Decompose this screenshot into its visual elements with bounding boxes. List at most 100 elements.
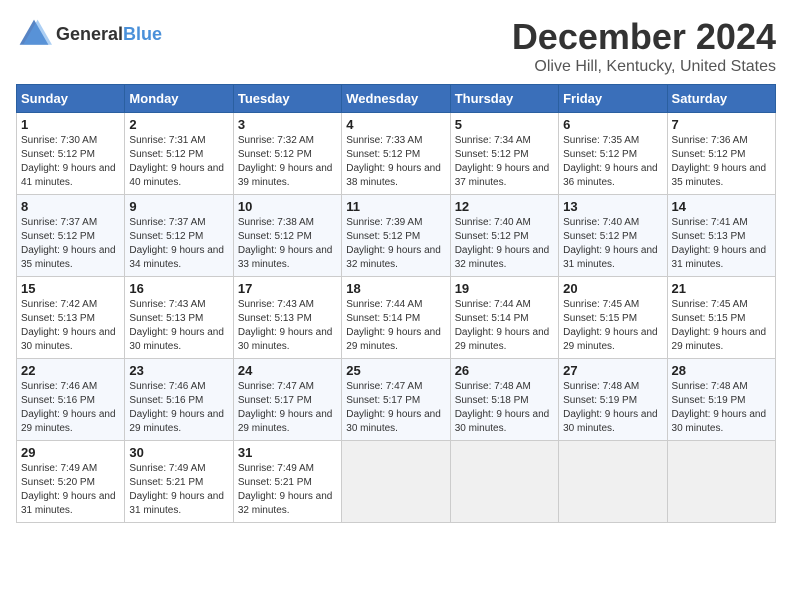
calendar-day-cell: 10 Sunrise: 7:38 AMSunset: 5:12 PMDayligh… [233, 195, 341, 277]
day-number: 21 [672, 281, 771, 296]
day-info: Sunrise: 7:49 AMSunset: 5:21 PMDaylight:… [129, 462, 228, 518]
day-info: Sunrise: 7:37 AMSunset: 5:12 PMDaylight:… [21, 216, 120, 272]
calendar-day-cell: 29Sunrise: 7:49 AMSunset: 5:20 PMDayligh… [17, 441, 125, 523]
day-number: 16 [129, 281, 228, 296]
calendar-week-row: 1 Sunrise: 7:30 AMSunset: 5:12 PMDaylight… [17, 113, 776, 195]
day-number: 27 [563, 363, 662, 378]
day-info: Sunrise: 7:37 AMSunset: 5:12 PMDaylight:… [129, 216, 228, 272]
logo-general: General [56, 24, 123, 44]
day-info: Sunrise: 7:30 AMSunset: 5:12 PMDaylight:… [21, 134, 120, 190]
calendar-day-cell: 11 Sunrise: 7:39 AMSunset: 5:12 PMDayligh… [342, 195, 450, 277]
day-number: 10 [238, 199, 337, 214]
calendar-day-cell: 18 Sunrise: 7:44 AMSunset: 5:14 PMDayligh… [342, 277, 450, 359]
calendar-day-cell: 31 Sunrise: 7:49 AMSunset: 5:21 PMDayligh… [233, 441, 341, 523]
calendar-day-cell [559, 441, 667, 523]
day-number: 23 [129, 363, 228, 378]
day-info: Sunrise: 7:42 AMSunset: 5:13 PMDaylight:… [21, 298, 120, 354]
day-info: Sunrise: 7:32 AMSunset: 5:12 PMDaylight:… [238, 134, 337, 190]
day-info: Sunrise: 7:48 AMSunset: 5:19 PMDaylight:… [563, 380, 662, 436]
calendar-day-cell: 26Sunrise: 7:48 AMSunset: 5:18 PMDayligh… [450, 359, 558, 441]
calendar-day-cell: 6 Sunrise: 7:35 AMSunset: 5:12 PMDaylight… [559, 113, 667, 195]
day-info: Sunrise: 7:34 AMSunset: 5:12 PMDaylight:… [455, 134, 554, 190]
day-info: Sunrise: 7:38 AMSunset: 5:12 PMDaylight:… [238, 216, 337, 272]
day-number: 2 [129, 117, 228, 132]
calendar-day-cell: 24 Sunrise: 7:47 AMSunset: 5:17 PMDayligh… [233, 359, 341, 441]
day-info: Sunrise: 7:39 AMSunset: 5:12 PMDaylight:… [346, 216, 445, 272]
calendar-day-cell: 1 Sunrise: 7:30 AMSunset: 5:12 PMDaylight… [17, 113, 125, 195]
day-number: 12 [455, 199, 554, 214]
day-of-week-header: Friday [559, 85, 667, 113]
day-of-week-header: Sunday [17, 85, 125, 113]
calendar-week-row: 22Sunrise: 7:46 AMSunset: 5:16 PMDayligh… [17, 359, 776, 441]
calendar-week-row: 8 Sunrise: 7:37 AMSunset: 5:12 PMDaylight… [17, 195, 776, 277]
location-subtitle: Olive Hill, Kentucky, United States [512, 58, 776, 76]
calendar-day-cell: 2 Sunrise: 7:31 AMSunset: 5:12 PMDaylight… [125, 113, 233, 195]
day-number: 28 [672, 363, 771, 378]
day-info: Sunrise: 7:33 AMSunset: 5:12 PMDaylight:… [346, 134, 445, 190]
day-number: 9 [129, 199, 228, 214]
day-number: 5 [455, 117, 554, 132]
calendar-day-cell: 4 Sunrise: 7:33 AMSunset: 5:12 PMDaylight… [342, 113, 450, 195]
day-number: 6 [563, 117, 662, 132]
day-of-week-header: Thursday [450, 85, 558, 113]
day-of-week-header: Tuesday [233, 85, 341, 113]
day-number: 18 [346, 281, 445, 296]
day-info: Sunrise: 7:49 AMSunset: 5:21 PMDaylight:… [238, 462, 337, 518]
day-info: Sunrise: 7:40 AMSunset: 5:12 PMDaylight:… [563, 216, 662, 272]
day-info: Sunrise: 7:40 AMSunset: 5:12 PMDaylight:… [455, 216, 554, 272]
day-number: 4 [346, 117, 445, 132]
day-info: Sunrise: 7:43 AMSunset: 5:13 PMDaylight:… [129, 298, 228, 354]
day-info: Sunrise: 7:31 AMSunset: 5:12 PMDaylight:… [129, 134, 228, 190]
day-info: Sunrise: 7:44 AMSunset: 5:14 PMDaylight:… [455, 298, 554, 354]
calendar-day-cell: 22Sunrise: 7:46 AMSunset: 5:16 PMDayligh… [17, 359, 125, 441]
calendar-day-cell: 14Sunrise: 7:41 AMSunset: 5:13 PMDayligh… [667, 195, 775, 277]
logo-icon [16, 16, 52, 52]
day-info: Sunrise: 7:47 AMSunset: 5:17 PMDaylight:… [238, 380, 337, 436]
day-number: 11 [346, 199, 445, 214]
month-year-title: December 2024 [512, 16, 776, 58]
calendar-day-cell: 20 Sunrise: 7:45 AMSunset: 5:15 PMDayligh… [559, 277, 667, 359]
calendar-day-cell: 7Sunrise: 7:36 AMSunset: 5:12 PMDaylight… [667, 113, 775, 195]
calendar-day-cell: 13 Sunrise: 7:40 AMSunset: 5:12 PMDayligh… [559, 195, 667, 277]
day-info: Sunrise: 7:46 AMSunset: 5:16 PMDaylight:… [129, 380, 228, 436]
calendar-day-cell [342, 441, 450, 523]
day-info: Sunrise: 7:41 AMSunset: 5:13 PMDaylight:… [672, 216, 771, 272]
day-info: Sunrise: 7:48 AMSunset: 5:19 PMDaylight:… [672, 380, 771, 436]
calendar-table: SundayMondayTuesdayWednesdayThursdayFrid… [16, 84, 776, 523]
day-info: Sunrise: 7:46 AMSunset: 5:16 PMDaylight:… [21, 380, 120, 436]
day-info: Sunrise: 7:47 AMSunset: 5:17 PMDaylight:… [346, 380, 445, 436]
day-of-week-header: Wednesday [342, 85, 450, 113]
calendar-day-cell: 17Sunrise: 7:43 AMSunset: 5:13 PMDayligh… [233, 277, 341, 359]
day-number: 17 [238, 281, 337, 296]
page-header: GeneralBlue December 2024 Olive Hill, Ke… [16, 16, 776, 76]
calendar-day-cell: 27 Sunrise: 7:48 AMSunset: 5:19 PMDayligh… [559, 359, 667, 441]
calendar-week-row: 29Sunrise: 7:49 AMSunset: 5:20 PMDayligh… [17, 441, 776, 523]
day-number: 31 [238, 445, 337, 460]
calendar-day-cell: 12 Sunrise: 7:40 AMSunset: 5:12 PMDayligh… [450, 195, 558, 277]
day-number: 30 [129, 445, 228, 460]
title-area: December 2024 Olive Hill, Kentucky, Unit… [512, 16, 776, 76]
day-info: Sunrise: 7:35 AMSunset: 5:12 PMDaylight:… [563, 134, 662, 190]
day-number: 19 [455, 281, 554, 296]
day-number: 24 [238, 363, 337, 378]
day-number: 25 [346, 363, 445, 378]
calendar-header-row: SundayMondayTuesdayWednesdayThursdayFrid… [17, 85, 776, 113]
calendar-day-cell: 19 Sunrise: 7:44 AMSunset: 5:14 PMDayligh… [450, 277, 558, 359]
day-number: 26 [455, 363, 554, 378]
calendar-day-cell: 8 Sunrise: 7:37 AMSunset: 5:12 PMDaylight… [17, 195, 125, 277]
calendar-day-cell: 15Sunrise: 7:42 AMSunset: 5:13 PMDayligh… [17, 277, 125, 359]
day-number: 20 [563, 281, 662, 296]
day-info: Sunrise: 7:45 AMSunset: 5:15 PMDaylight:… [563, 298, 662, 354]
day-number: 7 [672, 117, 771, 132]
calendar-day-cell: 21 Sunrise: 7:45 AMSunset: 5:15 PMDayligh… [667, 277, 775, 359]
day-number: 3 [238, 117, 337, 132]
day-info: Sunrise: 7:45 AMSunset: 5:15 PMDaylight:… [672, 298, 771, 354]
day-info: Sunrise: 7:44 AMSunset: 5:14 PMDaylight:… [346, 298, 445, 354]
day-of-week-header: Monday [125, 85, 233, 113]
calendar-day-cell: 16 Sunrise: 7:43 AMSunset: 5:13 PMDayligh… [125, 277, 233, 359]
day-number: 13 [563, 199, 662, 214]
calendar-week-row: 15Sunrise: 7:42 AMSunset: 5:13 PMDayligh… [17, 277, 776, 359]
calendar-day-cell [667, 441, 775, 523]
day-number: 1 [21, 117, 120, 132]
day-number: 8 [21, 199, 120, 214]
